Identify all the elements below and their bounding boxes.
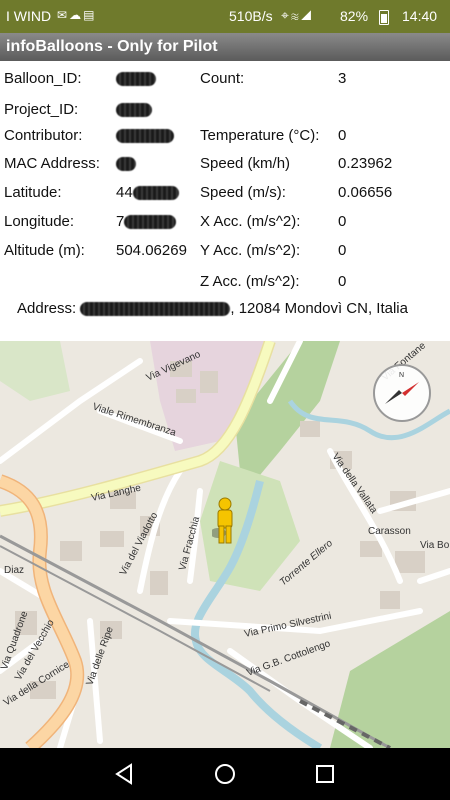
compass-button[interactable]: N [373,364,431,422]
address-label: Address: [17,300,77,317]
network-speed: 510B/s [229,8,273,24]
system-icons: ⌖≋◢ [281,7,313,24]
battery-icon [379,10,389,25]
speed-ms-value: 0.06656 [338,184,393,201]
speed-kmh-value: 0.23962 [338,155,393,172]
primary-road [0,475,83,748]
park-area-4 [0,341,70,401]
speed-ms-label: Speed (m/s): [200,184,286,201]
storage-icon: ▤ [83,8,97,22]
park-area-3 [330,611,450,748]
wifi-icon: ≋ [290,7,301,23]
x-acc-value: 0 [338,213,347,230]
speed-kmh-label: Speed (km/h) [200,155,291,172]
clock: 14:40 [402,8,438,24]
signal-icon: ◢ [300,7,314,23]
project-id-value [116,101,152,118]
altitude-label: Altitude (m): [4,242,85,259]
y-acc-label: Y Acc. (m/s^2): [200,242,301,259]
address-street-redacted [80,302,231,317]
map-label-via-della-vallata: Via della Vallata [330,451,380,516]
address-row: Address: , 12084 Mondovì CN, Italia [17,300,408,317]
map-label-via-primo-silvestrini: Via Primo Silvestrini [243,611,332,640]
y-acc-value: 0 [338,242,347,259]
z-acc-label: Z Acc. (m/s^2): [200,273,300,290]
map-label-via-della-cornice: Via della Cornice [2,659,72,709]
map-label-via-cottolengo: Via G.B. Cottolengo [245,638,332,679]
status-bar: I WIND ✉☁▤ 510B/s ⌖≋◢ 82% 14:40 [0,0,450,33]
longitude-value: 7 [116,213,177,230]
location-icon: ⌖ [281,7,291,23]
back-icon[interactable] [113,762,137,786]
project-id-label: Project_ID: [4,101,79,118]
pegman-icon [212,497,233,544]
app-title-bar: infoBalloons - Only for Pilot [0,33,450,61]
balloon-id-value [116,70,156,87]
map-label-carassone: Carasson [368,526,411,537]
map-view[interactable]: Via Langhe Viale Rimembranza Via Vigevan… [0,341,450,748]
altitude-value: 504.06269 [116,242,187,259]
balloon-id-label: Balloon_ID: [4,70,82,87]
longitude-label: Longitude: [4,213,75,230]
mac-address-value [116,155,136,172]
map-label-diaz: Diaz [4,565,24,576]
svg-text:N: N [399,372,404,379]
battery-percent: 82% [340,8,369,24]
pilot-location-marker[interactable] [212,497,238,547]
temperature-label: Temperature (°C): [200,127,320,144]
mail-icon: ✉ [57,8,70,22]
count-label: Count: [200,70,245,87]
contributor-value [116,127,174,144]
z-acc-value: 0 [338,273,347,290]
app-title: infoBalloons - Only for Pilot [6,38,218,55]
address-city: , 12084 Mondovì CN, Italia [230,300,408,317]
temperature-value: 0 [338,127,347,144]
home-icon[interactable] [213,762,237,786]
mac-address-label: MAC Address: [4,155,100,172]
latitude-label: Latitude: [4,184,62,201]
map-label-via-del-viadotto: Via del Viadotto [118,510,161,577]
x-acc-label: X Acc. (m/s^2): [200,213,301,230]
cloud-icon: ☁ [69,8,84,22]
latitude-prefix: 44 [116,184,133,201]
carrier-name: I WIND [6,8,52,24]
notification-icons: ✉☁▤ [57,8,96,22]
longitude-prefix: 7 [116,213,125,230]
count-value: 3 [338,70,347,87]
balloon-info-panel: Balloon_ID: Count: 3 Project_ID: Contrib… [0,61,450,341]
map-label-via-bo: Via Bo [420,540,450,551]
android-nav-bar [0,748,450,800]
map-label-via-fracchia: Via Fracchia [177,515,202,572]
recents-icon[interactable] [313,762,337,786]
latitude-value: 44 [116,184,179,201]
contributor-label: Contributor: [4,127,83,144]
compass-icon: N [385,372,419,404]
